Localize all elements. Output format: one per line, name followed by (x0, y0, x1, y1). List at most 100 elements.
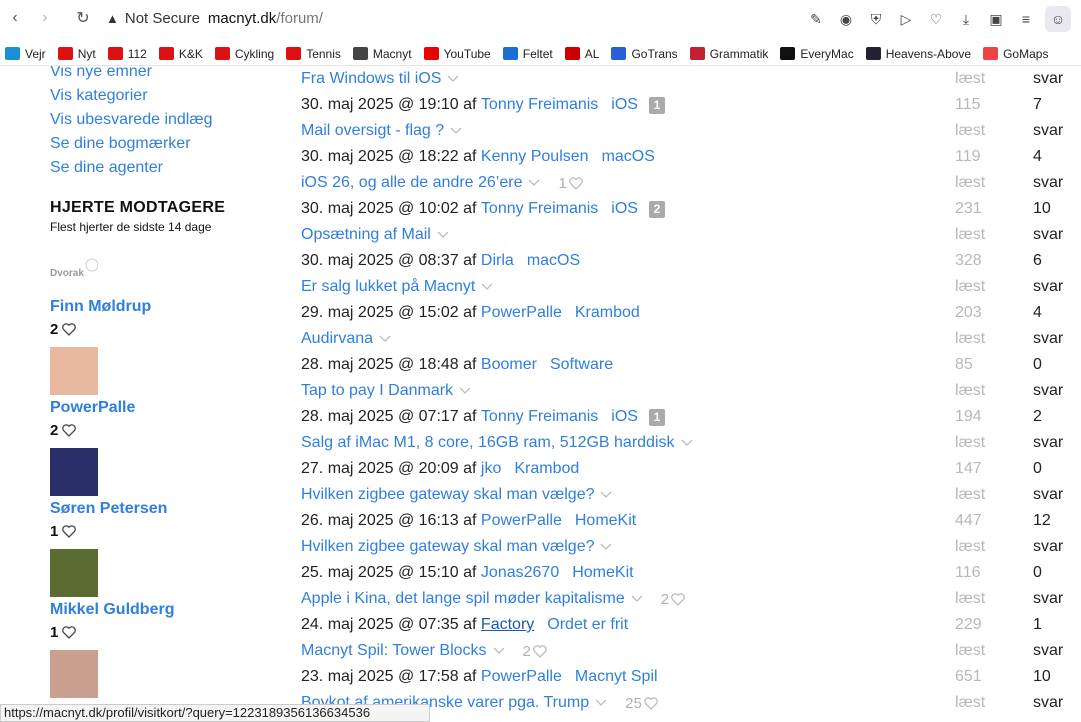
topic-author[interactable]: Jonas2670 (481, 564, 559, 582)
bookmark-icon (502, 47, 518, 60)
topic-title[interactable]: Salg af iMac M1, 8 core, 16GB ram, 512GB… (301, 434, 675, 452)
topic-title[interactable]: Mail oversigt - flag ? (301, 122, 444, 140)
bookmark-11[interactable]: Grammatik (689, 47, 768, 61)
topic-title-wrap: Tap to pay I Danmark (301, 382, 471, 400)
topic-author[interactable]: PowerPalle (481, 512, 562, 530)
receiver-name[interactable]: Mikkel Guldberg (50, 601, 270, 621)
topic-author[interactable]: Kenny Poulsen (481, 148, 589, 166)
chevron-down-icon[interactable] (522, 179, 540, 187)
bookmark-7[interactable]: YouTube (423, 47, 491, 61)
wallet-icon[interactable]: ▣ (985, 8, 1007, 30)
topic-author[interactable]: Dirla (481, 252, 514, 270)
sidebar-link-4[interactable]: Se dine agenter (50, 156, 270, 180)
topic-author[interactable]: Tonny Freimanis (481, 200, 598, 218)
receiver-name[interactable]: Søren Petersen (50, 500, 270, 520)
topic-author[interactable]: Boomer (481, 356, 537, 374)
sidebar-link-2[interactable]: Vis ubesvarede indlæg (50, 108, 270, 132)
bookmark-10[interactable]: GoTrans (611, 47, 678, 61)
topic-hearts: 25 (625, 695, 658, 712)
camera-icon[interactable]: ◉ (835, 8, 857, 30)
sidebar-link-1[interactable]: Vis kategorier (50, 84, 270, 108)
topic-category[interactable]: HomeKit (575, 512, 636, 530)
chevron-down-icon[interactable] (487, 647, 505, 655)
avatar[interactable] (50, 347, 98, 395)
heart-icon[interactable] (643, 696, 658, 710)
sidebar-link-3[interactable]: Se dine bogmærker (50, 132, 270, 156)
chevron-down-icon[interactable] (444, 127, 462, 135)
heart-icon[interactable]: ♡ (925, 8, 947, 30)
topic-category[interactable]: HomeKit (572, 564, 633, 582)
forward-icon[interactable]: › (30, 3, 60, 33)
heart-count-value: 2 (50, 321, 59, 338)
edit-icon[interactable]: ✎ (805, 8, 827, 30)
chevron-down-icon[interactable] (475, 283, 493, 291)
profile-icon[interactable]: ☺ (1045, 6, 1071, 32)
topic-title[interactable]: Audirvana (301, 330, 373, 348)
chevron-down-icon[interactable] (453, 387, 471, 395)
topic-category[interactable]: iOS (611, 96, 638, 114)
chevron-down-icon[interactable] (675, 439, 693, 447)
topic-title[interactable]: Fra Windows til iOS (301, 70, 441, 88)
sidebar-link-0[interactable]: Vis nye emner (50, 66, 270, 84)
topic-author[interactable]: Factory (481, 616, 534, 634)
bookmark-0[interactable]: Vejr (5, 47, 46, 61)
heart-icon[interactable] (671, 592, 685, 606)
topic-title[interactable]: Apple i Kina, det lange spil møder kapit… (301, 590, 625, 608)
reload-icon[interactable]: ↻ (68, 3, 98, 33)
topic-author[interactable]: Tonny Freimanis (481, 96, 598, 114)
topic-category[interactable]: Krambod (514, 460, 579, 478)
chevron-down-icon[interactable] (625, 595, 643, 603)
topic-author[interactable]: jko (481, 460, 501, 478)
chevron-down-icon[interactable] (594, 543, 612, 551)
topic-title[interactable]: Hvilken zigbee gateway skal man vælge? (301, 486, 594, 504)
heart-icon (62, 323, 77, 336)
bookmark-3[interactable]: K&K (158, 47, 203, 61)
receiver-name[interactable]: Finn Møldrup (50, 298, 270, 318)
topic-title[interactable]: Hvilken zigbee gateway skal man vælge? (301, 538, 594, 556)
bookmark-1[interactable]: Nyt (57, 47, 96, 61)
bookmark-6[interactable]: Macnyt (352, 47, 412, 61)
chevron-down-icon[interactable] (441, 75, 459, 83)
menu-icon[interactable]: ≡ (1015, 8, 1037, 30)
topic-category[interactable]: Krambod (575, 304, 640, 322)
address-bar[interactable]: ▲ Not Secure macnyt.dk/forum/ (100, 5, 800, 31)
play-icon[interactable]: ▷ (895, 8, 917, 30)
back-icon[interactable]: ‹ (0, 3, 30, 33)
topic-title[interactable]: Macnyt Spil: Tower Blocks (301, 642, 487, 660)
heart-icon[interactable] (533, 644, 547, 658)
topic-category[interactable]: iOS (611, 408, 638, 426)
bookmark-13[interactable]: Heavens-Above (865, 47, 971, 61)
bookmark-4[interactable]: Cykling (214, 47, 274, 61)
shield-icon[interactable]: ⛨ (865, 8, 887, 30)
topic-category[interactable]: iOS (611, 200, 638, 218)
topic-author[interactable]: Tonny Freimanis (481, 408, 598, 426)
topic-category[interactable]: macOS (527, 252, 580, 270)
topic-category[interactable]: macOS (602, 148, 655, 166)
chevron-down-icon[interactable] (373, 335, 391, 343)
chevron-down-icon[interactable] (431, 231, 449, 239)
avatar[interactable] (50, 549, 98, 597)
receiver-name[interactable]: PowerPalle (50, 399, 270, 419)
topic-category[interactable]: Software (550, 356, 613, 374)
bookmark-14[interactable]: GoMaps (983, 47, 1048, 61)
topic-title[interactable]: Opsætning af Mail (301, 226, 431, 244)
bookmark-9[interactable]: AL (564, 47, 599, 61)
topic-title[interactable]: iOS 26, og alle de andre 26’ere (301, 174, 522, 192)
topic-author[interactable]: PowerPalle (481, 668, 562, 686)
bookmark-12[interactable]: EveryMac (780, 47, 854, 61)
avatar[interactable] (50, 650, 98, 698)
topic-category[interactable]: Ordet er frit (547, 616, 628, 634)
topic-title[interactable]: Tap to pay I Danmark (301, 382, 453, 400)
bookmark-8[interactable]: Feltet (502, 47, 553, 61)
avatar[interactable] (50, 448, 98, 496)
chevron-down-icon[interactable] (594, 491, 612, 499)
bookmark-5[interactable]: Tennis (286, 47, 341, 61)
download-icon[interactable]: ⤓ (955, 8, 977, 30)
avatar[interactable]: Dvorak (50, 256, 99, 294)
topic-category[interactable]: Macnyt Spil (575, 668, 658, 686)
bookmark-2[interactable]: 112 (107, 47, 147, 61)
heart-icon[interactable] (568, 176, 583, 190)
topic-author[interactable]: PowerPalle (481, 304, 562, 322)
chevron-down-icon[interactable] (589, 699, 607, 707)
topic-title[interactable]: Er salg lukket på Macnyt (301, 278, 475, 296)
